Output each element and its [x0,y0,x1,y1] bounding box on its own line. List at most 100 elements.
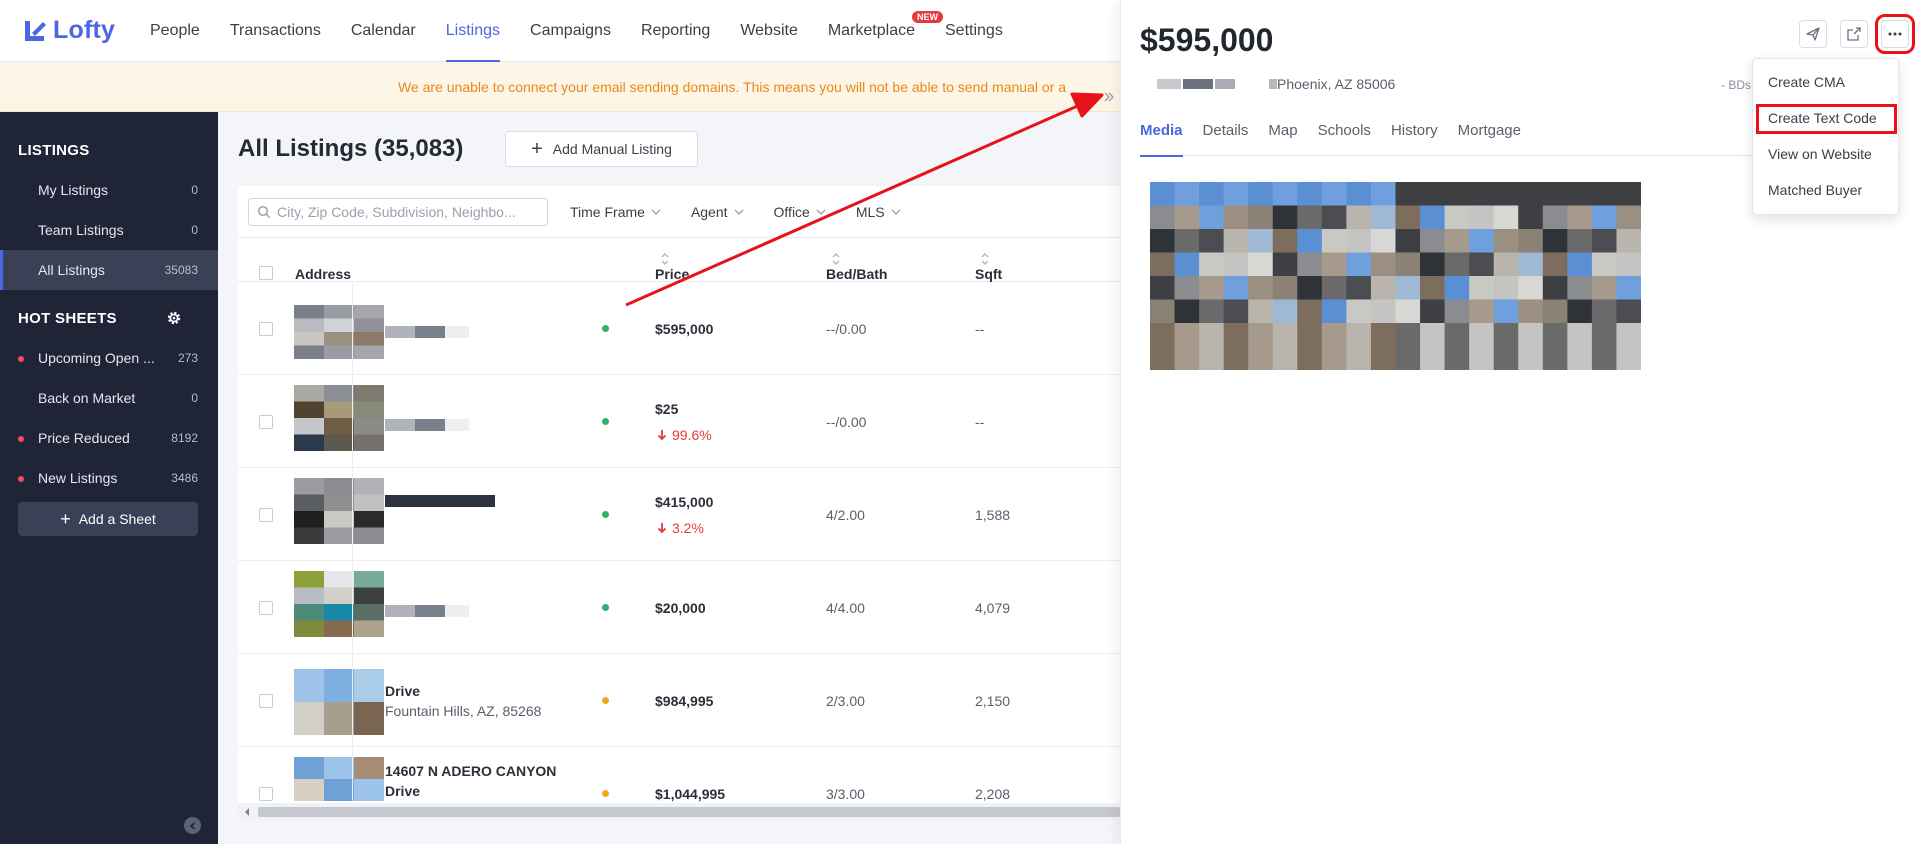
sidebar-item-my-listings[interactable]: My Listings 0 [0,170,218,210]
nav-calendar[interactable]: Calendar [351,0,416,62]
photo-tile [1248,229,1274,253]
thumbnail-tile [324,434,355,451]
nav-website[interactable]: Website [740,0,798,62]
redacted-street [1183,79,1213,89]
photo-tile [1469,323,1495,347]
photo-tile [1272,182,1298,206]
row-checkbox[interactable] [259,601,273,615]
row-checkbox[interactable] [259,415,273,429]
collapse-sidebar-button[interactable] [184,817,201,834]
listing-price: $20,000 [655,600,706,616]
sidebar-item-hotsheet[interactable]: Back on Market 0 [0,378,218,418]
chevron-left-icon [189,821,195,830]
photo-tile [1174,182,1200,206]
tab-media[interactable]: Media [1140,122,1183,157]
column-sqft[interactable]: Sqft [975,252,1002,282]
menu-view-on-website[interactable]: View on Website [1768,146,1872,162]
price-change-value: 3.2% [672,520,704,536]
filter-office[interactable]: Office [774,204,826,220]
filter-mls[interactable]: MLS [856,204,901,220]
lofty-logo[interactable]: Lofty [22,16,150,45]
share-button[interactable] [1840,20,1868,48]
listing-address[interactable]: Drive Fountain Hills, AZ, 85268 [385,681,541,721]
column-price[interactable]: Price [655,252,689,282]
expand-panel-handle[interactable] [1098,82,1120,112]
thumbnail-tile [354,571,384,589]
table-row[interactable]: $20,000 4/4.00 4,079 [238,561,1120,654]
tab-history[interactable]: History [1391,122,1438,156]
column-bedbath[interactable]: Bed/Bath [826,252,887,282]
redaction-block [415,605,445,617]
nav-people[interactable]: People [150,0,200,62]
add-manual-listing-button[interactable]: + Add Manual Listing [505,131,698,167]
menu-create-text-code[interactable]: Create Text Code [1768,110,1877,126]
menu-matched-buyer[interactable]: Matched Buyer [1768,182,1862,198]
horizontal-scrollbar[interactable] [238,803,1120,821]
row-checkbox[interactable] [259,508,273,522]
photo-tile [1150,323,1176,347]
nav-reporting[interactable]: Reporting [641,0,710,62]
nav-campaigns[interactable]: Campaigns [530,0,611,62]
select-all-checkbox[interactable] [259,266,273,280]
photo-tile [1174,299,1200,324]
table-row[interactable]: Drive Fountain Hills, AZ, 85268 $984,995 2/… [238,654,1120,747]
sidebar-item-team-listings[interactable]: Team Listings 0 [0,210,218,250]
tab-details[interactable]: Details [1203,122,1249,156]
nav-marketplace[interactable]: Marketplace NEW [828,0,943,62]
listing-thumbnail[interactable] [294,305,384,359]
listing-thumbnail[interactable] [294,478,384,544]
filter-time-frame[interactable]: Time Frame [570,204,661,220]
sidebar-item-hotsheet[interactable]: Price Reduced 8192 [0,418,218,458]
column-sqft-label: Sqft [975,266,1003,282]
listing-photo[interactable] [1150,182,1641,370]
search-box[interactable] [248,197,548,226]
thumbnail-tile [354,478,384,496]
listing-thumbnail[interactable] [294,669,384,735]
listing-thumbnail[interactable] [294,757,384,801]
add-sheet-button[interactable]: + Add a Sheet [18,502,198,536]
table-row[interactable]: 14607 N ADERO CANYON Drive $1,044,995 3/3.0… [238,747,1120,803]
sidebar-item-hotsheet[interactable]: New Listings 3486 [0,458,218,498]
listing-thumbnail[interactable] [294,571,384,637]
tab-map[interactable]: Map [1268,122,1297,156]
scroll-left-icon[interactable] [243,807,251,817]
scrollbar-thumb[interactable] [258,807,1120,817]
sidebar-item-label: New Listings [38,470,118,486]
row-checkbox[interactable] [259,322,273,336]
sidebar-item-count: 0 [191,183,198,197]
sidebar-item-hotsheet[interactable]: Upcoming Open ... 273 [0,338,218,378]
photo-tile [1248,299,1274,324]
table-row[interactable]: $595,000 --/0.00 -- [238,282,1120,375]
menu-create-cma[interactable]: Create CMA [1768,74,1845,90]
photo-tile [1420,252,1446,277]
redaction-block [385,419,415,431]
tab-schools[interactable]: Schools [1318,122,1371,156]
photo-tile [1469,205,1495,230]
sidebar-item-all-listings[interactable]: All Listings 35083 [0,250,218,290]
nav-settings[interactable]: Settings [945,0,1003,62]
row-checkbox[interactable] [259,787,273,801]
photo-tile [1370,229,1396,253]
nav-listings[interactable]: Listings [445,0,501,62]
table-row[interactable]: $25 99.6% --/0.00 -- [238,375,1120,468]
search-input[interactable] [277,203,537,220]
photo-tile [1420,276,1446,300]
thumbnail-tile [324,702,355,735]
photo-tile [1518,346,1544,370]
gear-icon[interactable] [166,310,182,326]
listing-address[interactable]: 14607 N ADERO CANYON Drive [385,761,556,801]
thumbnail-tile [294,385,325,403]
plus-icon: + [531,138,543,160]
table-row[interactable]: $415,000 3.2% 4/2.00 1,588 [238,468,1120,561]
listing-thumbnail[interactable] [294,385,384,451]
send-button[interactable] [1799,20,1827,48]
status-dot [602,325,609,332]
nav-transactions[interactable]: Transactions [230,0,321,62]
listing-bedbath: 3/3.00 [826,786,865,802]
tab-mortgage[interactable]: Mortgage [1458,122,1521,156]
more-options-button[interactable] [1875,14,1915,54]
filter-agent[interactable]: Agent [691,204,744,220]
photo-tile [1321,299,1347,324]
thumbnail-tile [294,527,325,544]
row-checkbox[interactable] [259,694,273,708]
